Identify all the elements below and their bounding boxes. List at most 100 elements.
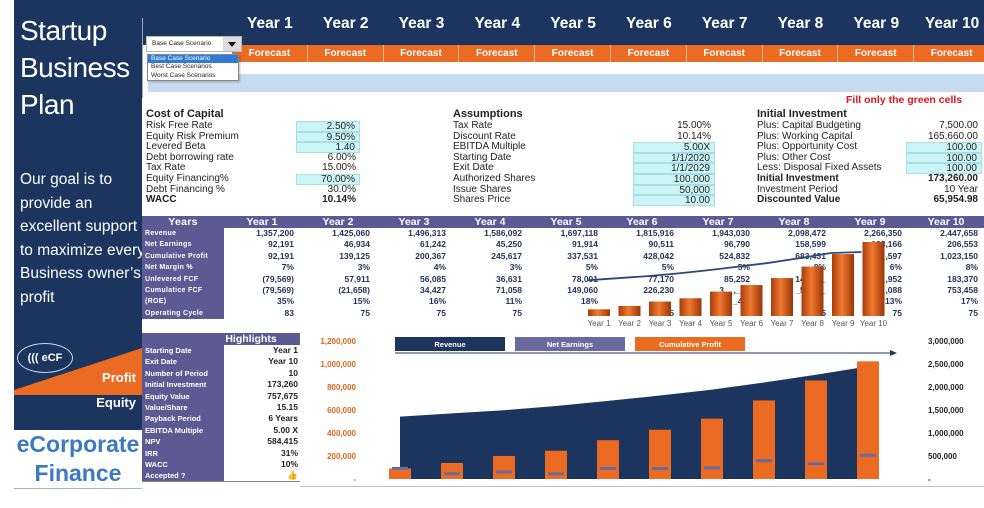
highlight-row: Initial Investment 173,260 xyxy=(142,379,300,391)
table-cell: 71,058 xyxy=(496,284,522,295)
scenario-selected-value: Base Case Scenario xyxy=(152,40,212,47)
table-cell: 245,617 xyxy=(491,250,522,261)
logo-equity-label: Equity xyxy=(96,395,136,410)
input-cell[interactable]: 50,000 xyxy=(633,184,715,195)
value-cell: 7,500.00 xyxy=(939,120,978,131)
input-cell[interactable]: 100,000 xyxy=(633,173,715,185)
input-cell[interactable]: 10.00 xyxy=(633,195,715,206)
table-cell: 1,496,313 xyxy=(408,228,446,238)
highlight-value: 173,260 xyxy=(267,379,298,390)
year-header: Year 6 xyxy=(626,15,672,32)
cumulative-profit-bar xyxy=(701,418,723,479)
highlight-row: Payback Period 6 Years xyxy=(142,413,300,425)
row-label: Discounted Value xyxy=(757,194,841,206)
logo-profit-label: Profit xyxy=(102,370,136,385)
value-cell: 173,260.00 xyxy=(927,172,978,184)
table-cell: 61,242 xyxy=(420,239,446,250)
highlight-label: Accepted ? xyxy=(142,470,224,481)
mini-bar xyxy=(771,278,793,316)
mini-x-tick: Year 4 xyxy=(679,319,702,328)
input-cell[interactable]: 5.00X xyxy=(633,142,715,153)
left-axis-tick: 1,000,000 xyxy=(320,360,356,369)
input-cell[interactable]: 2.50% xyxy=(296,121,360,132)
column-header: Year 1 xyxy=(246,216,278,228)
block-row: Initial Investment 173,260.00 xyxy=(757,172,982,185)
input-cell[interactable]: 1/1/2029 xyxy=(633,163,715,174)
sidebar-title: Startup Business Plan xyxy=(20,12,130,123)
year-header: Year 2 xyxy=(322,15,369,32)
highlight-label: NPV xyxy=(142,436,224,448)
goal-text: Our goal is to provide an excellent supp… xyxy=(20,171,145,306)
mini-bar xyxy=(679,298,702,316)
scenario-option[interactable]: Best Case Scenarios xyxy=(148,63,238,71)
row-label: Cumulative Profit xyxy=(142,250,224,263)
input-cell[interactable]: 1/1/2020 xyxy=(633,152,715,163)
year-header: Year 1 xyxy=(247,15,293,32)
block-row: Discounted Value 65,954.98 xyxy=(757,195,982,206)
block-row: Risk Free Rate 2.50% xyxy=(146,120,360,132)
row-label: (ROE) xyxy=(142,296,224,308)
input-cell[interactable]: 100.00 xyxy=(906,152,982,163)
highlight-label: Starting Date xyxy=(142,345,224,357)
cost-of-capital-block: Cost of Capital Risk Free Rate 2.50% Equity… xyxy=(146,108,360,206)
table-cell: 1,425,060 xyxy=(332,228,370,238)
assumptions-block: Assumptions Tax Rate 15.00% Discount Rate 10… xyxy=(453,108,715,206)
mini-x-tick: Year 5 xyxy=(710,319,733,328)
scenario-options-list: Base Case Scenario Best Case Scenarios W… xyxy=(147,54,239,81)
input-cell[interactable]: 100.00 xyxy=(906,142,982,153)
column-header: Year 10 xyxy=(927,216,965,228)
column-header: Year 3 xyxy=(398,216,430,228)
table-cell: 16% xyxy=(428,296,446,307)
mini-x-tick: Year 3 xyxy=(649,319,672,328)
forecast-label: Forecast xyxy=(610,45,687,62)
highlight-value: 15.15 xyxy=(276,401,298,412)
highlight-row: EBITDA Multiple 5.00 X xyxy=(142,424,300,437)
table-cell: 139,125 xyxy=(339,250,370,261)
table-cell: 3% xyxy=(357,262,370,273)
year-header: Year 3 xyxy=(398,15,445,32)
net-earnings-marker xyxy=(652,467,668,471)
highlight-row: Number of Period 10 xyxy=(142,367,300,380)
mini-bar xyxy=(862,242,885,316)
highlight-value: 31% xyxy=(280,447,298,458)
dropdown-arrow-icon[interactable] xyxy=(223,37,241,51)
block-row: Equity Financing% 70.00% xyxy=(146,173,360,185)
table-cell: 200,367 xyxy=(415,250,446,261)
left-axis-tick: 800,000 xyxy=(327,383,356,392)
scenario-option[interactable]: Base Case Scenario xyxy=(148,55,238,64)
mini-x-tick: Year 1 xyxy=(588,319,611,328)
table-cell: (79,569) xyxy=(262,273,294,284)
header-band xyxy=(148,74,984,92)
scenario-select[interactable]: Base Case Scenario xyxy=(146,36,242,52)
table-cell: 45,250 xyxy=(496,239,522,250)
left-axis-tick: 200,000 xyxy=(327,452,356,461)
table-cell: 753,458 xyxy=(947,284,978,295)
forecast-label: Forecast xyxy=(914,45,984,62)
value-cell: 165,660.00 xyxy=(927,130,978,142)
mini-x-tick: Year 7 xyxy=(771,319,794,328)
highlight-value: 10 xyxy=(288,367,298,378)
title-line-3: Plan xyxy=(20,89,75,120)
year-header: Year 7 xyxy=(701,15,748,32)
net-earnings-marker xyxy=(548,472,564,476)
highlight-row: WACC 10% xyxy=(142,458,300,471)
right-axis-tick: 1,000,000 xyxy=(928,429,964,438)
highlights-title: Highlights xyxy=(142,333,300,345)
cumulative-profit-bar xyxy=(389,468,411,479)
input-cell[interactable]: 9.50% xyxy=(296,131,360,142)
arrow-head-icon xyxy=(890,350,897,356)
table-cell: (79,569) xyxy=(262,284,294,295)
table-cell: 1,023,150 xyxy=(940,250,978,261)
value-cell: 15.00% xyxy=(322,162,356,174)
mini-bar xyxy=(832,254,854,316)
scenario-option[interactable]: Worst Case Scenarios xyxy=(148,72,238,80)
input-cell[interactable]: 70.00% xyxy=(296,173,360,185)
block-row: Authorized Shares 100,000 xyxy=(453,173,715,185)
forecast-label: Forecast xyxy=(232,45,308,62)
highlight-row: NPV 584,415 xyxy=(142,436,300,448)
highlight-value: 584,415 xyxy=(267,436,298,447)
mini-x-tick: Year 10 xyxy=(860,319,888,328)
mini-bar xyxy=(801,266,824,316)
column-header: Year 6 xyxy=(626,216,658,228)
highlight-value: 10% xyxy=(280,458,298,469)
